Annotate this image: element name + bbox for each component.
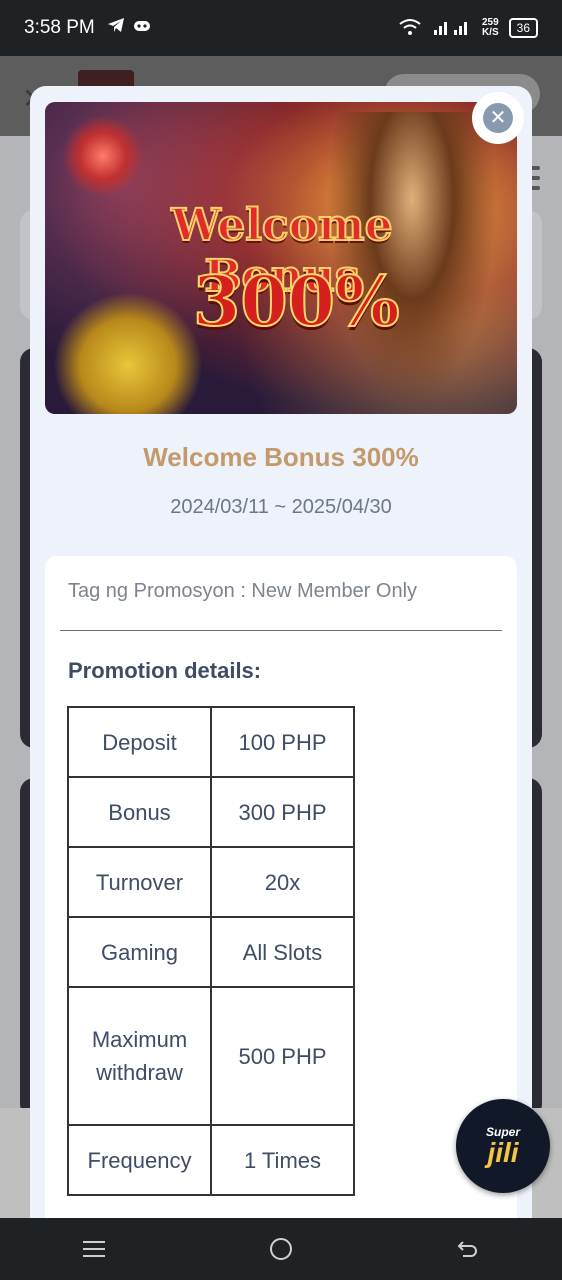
table-cell-label: Maximum withdraw — [67, 986, 212, 1126]
table-cell-value: All Slots — [210, 916, 355, 988]
status-time: 3:58 PM — [24, 17, 95, 38]
badge-text-main: jili — [487, 1137, 519, 1168]
telegram-icon — [107, 17, 125, 39]
table-cell-label: Deposit — [67, 706, 212, 778]
table-cell-label: Bonus — [67, 776, 212, 848]
table-cell-label: Turnover — [67, 846, 212, 918]
promotion-banner: Welcome Bonus 300% — [45, 102, 517, 414]
close-button[interactable]: ✕ — [472, 92, 524, 144]
system-navigation-bar — [0, 1218, 562, 1280]
wifi-icon — [398, 18, 422, 39]
table-cell-label: Frequency — [67, 1124, 212, 1196]
table-cell-value: 100 PHP — [210, 706, 355, 778]
promotion-modal: Welcome Bonus 300% ✕ Welcome Bonus 300% … — [30, 86, 532, 1218]
table-cell-label: Gaming — [67, 916, 212, 988]
table-row: Bonus 300 PHP — [67, 776, 355, 848]
divider — [60, 630, 502, 631]
battery-indicator: 36 — [508, 18, 538, 38]
back-icon[interactable] — [438, 1234, 498, 1265]
crab-illustration — [61, 116, 145, 196]
discord-icon — [133, 17, 151, 39]
signal-icon — [432, 18, 472, 39]
promotion-detail-card: Tag ng Promosyon : New Member Only Promo… — [45, 556, 517, 1218]
promotion-tag: Tag ng Promosyon : New Member Only — [68, 580, 418, 602]
promotion-title: Welcome Bonus 300% — [143, 442, 419, 472]
net-speed: 259 K/S — [481, 17, 499, 38]
details-heading: Promotion details: — [68, 658, 262, 683]
promotion-table: Deposit 100 PHP Bonus 300 PHP Turnover 2… — [67, 706, 355, 1196]
dragon-illustration — [53, 292, 203, 414]
home-button[interactable] — [251, 1238, 311, 1260]
table-cell-value: 500 PHP — [210, 986, 355, 1126]
table-row: Frequency 1 Times — [67, 1124, 355, 1196]
recent-apps-icon[interactable] — [64, 1236, 124, 1262]
table-row: Deposit 100 PHP — [67, 706, 355, 778]
table-cell-value: 1 Times — [210, 1124, 355, 1196]
home-icon — [269, 1238, 292, 1260]
close-icon: ✕ — [483, 103, 513, 133]
banner-percentage: 300% — [192, 261, 401, 343]
table-cell-value: 300 PHP — [210, 776, 355, 848]
table-cell-value: 20x — [210, 846, 355, 918]
super-jili-badge-button[interactable]: Super jili — [456, 1099, 550, 1193]
table-row: Turnover 20x — [67, 846, 355, 918]
table-row: Maximum withdraw 500 PHP — [67, 986, 355, 1126]
promotion-date-range: 2024/03/11 ~ 2025/04/30 — [170, 496, 392, 518]
status-bar: 3:58 PM 259 K/S 36 — [0, 0, 562, 56]
table-row: Gaming All Slots — [67, 916, 355, 988]
